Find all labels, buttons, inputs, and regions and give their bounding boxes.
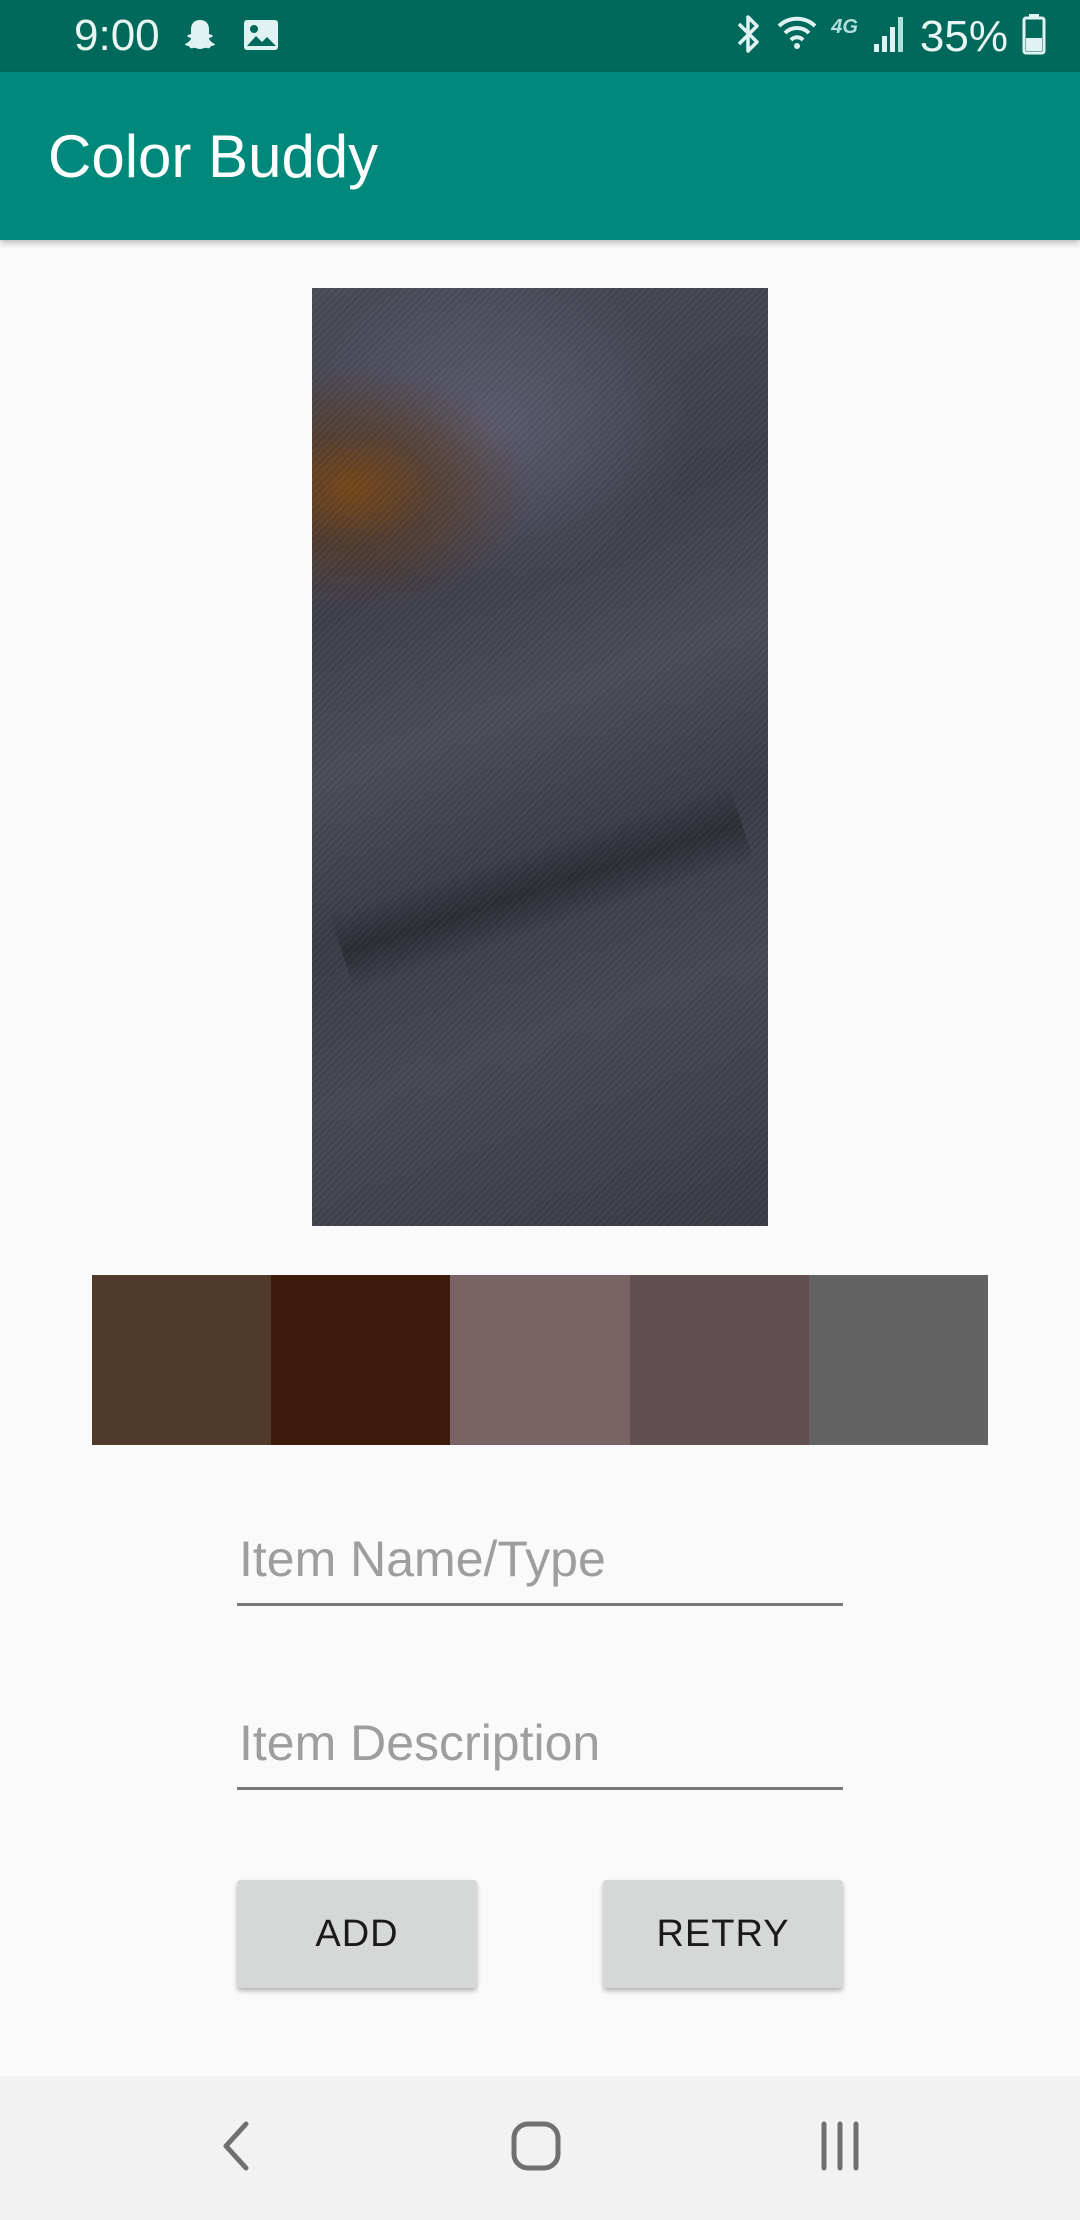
- back-icon: [216, 2120, 256, 2177]
- recents-button[interactable]: [800, 2118, 880, 2178]
- color-swatch-2[interactable]: [271, 1275, 451, 1445]
- item-name-input[interactable]: [237, 1520, 843, 1606]
- app-bar: Color Buddy: [0, 72, 1080, 240]
- item-description-input[interactable]: [237, 1704, 843, 1790]
- battery-percent: 35%: [919, 11, 1008, 61]
- color-swatch-3[interactable]: [450, 1275, 630, 1445]
- snapchat-icon: [180, 16, 220, 61]
- fabric-fold: [329, 785, 755, 991]
- wifi-icon: [777, 12, 817, 61]
- color-swatch-1[interactable]: [92, 1275, 272, 1445]
- battery-icon: [1022, 13, 1046, 60]
- color-swatch-5[interactable]: [808, 1275, 989, 1445]
- retry-button[interactable]: RETRY: [603, 1880, 843, 1988]
- color-palette: [92, 1275, 989, 1445]
- app-title: Color Buddy: [48, 123, 379, 190]
- status-time: 9:00: [74, 11, 160, 60]
- back-button[interactable]: [196, 2118, 276, 2178]
- bluetooth-icon: [733, 12, 763, 61]
- navigation-bar: [0, 2076, 1080, 2220]
- status-bar: 9:00 4G 35%: [0, 0, 1080, 72]
- signal-icon: [872, 14, 906, 59]
- color-swatch-4[interactable]: [629, 1275, 809, 1445]
- status-right-icons: 4G 35%: [733, 12, 1046, 61]
- home-button[interactable]: [496, 2118, 576, 2178]
- add-button[interactable]: ADD: [237, 1880, 477, 1988]
- status-left-icons: [180, 16, 280, 61]
- recents-icon: [816, 2120, 864, 2177]
- captured-fabric-photo: [312, 288, 768, 1226]
- gallery-icon: [242, 16, 280, 61]
- home-icon: [510, 2120, 562, 2177]
- network-type: 4G: [831, 16, 858, 38]
